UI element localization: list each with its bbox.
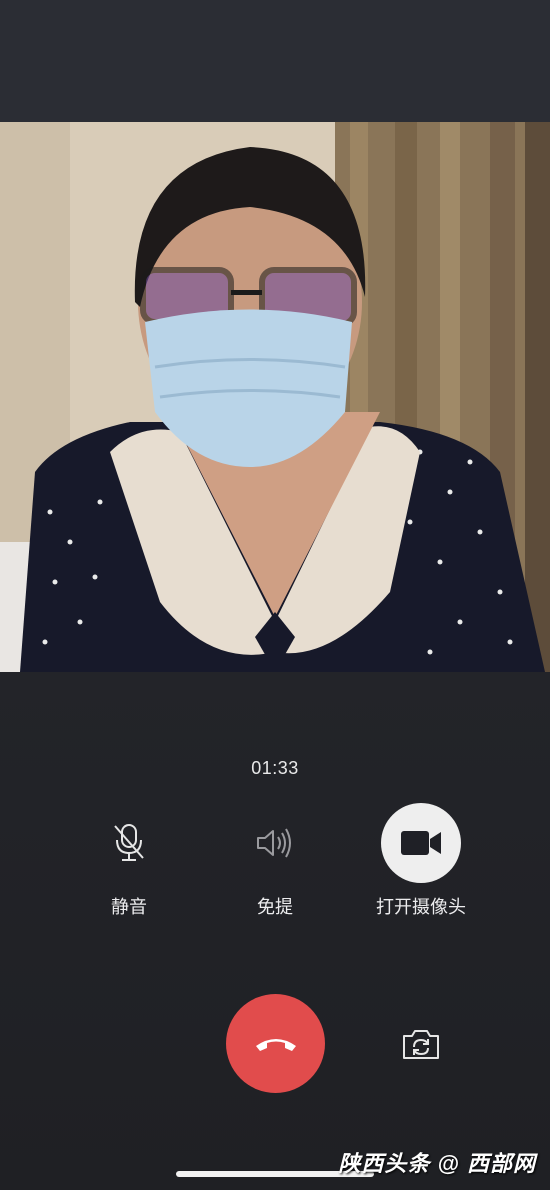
video-camera-icon bbox=[401, 831, 441, 855]
mute-button[interactable] bbox=[89, 803, 169, 883]
camera-switch-icon bbox=[403, 1030, 439, 1059]
mute-control[interactable]: 静音 bbox=[64, 803, 194, 919]
speaker-icon bbox=[257, 828, 291, 858]
microphone-muted-icon bbox=[114, 824, 144, 861]
speaker-button[interactable] bbox=[235, 803, 315, 883]
phone-hangup-icon bbox=[255, 1038, 296, 1051]
call-duration: 01:33 bbox=[251, 758, 299, 778]
remote-video-feed[interactable] bbox=[0, 122, 550, 672]
camera-label: 打开摄像头 bbox=[376, 897, 466, 917]
watermark: 陕西头条 @ 西部网 bbox=[338, 1151, 536, 1176]
mute-label: 静音 bbox=[111, 897, 147, 917]
speaker-control[interactable]: 免提 bbox=[210, 803, 340, 919]
video-call-screen: 01:33 静音 免提 打开摄像头 陕西头条 @ 西部网 bbox=[0, 0, 550, 1190]
camera-toggle-button[interactable] bbox=[381, 803, 461, 883]
flip-camera-button[interactable] bbox=[400, 1025, 442, 1063]
camera-control[interactable]: 打开摄像头 bbox=[356, 803, 486, 919]
video-frame-image bbox=[0, 122, 550, 672]
hangup-button[interactable] bbox=[226, 994, 325, 1093]
status-bar-area bbox=[0, 0, 550, 122]
speaker-label: 免提 bbox=[257, 897, 293, 917]
